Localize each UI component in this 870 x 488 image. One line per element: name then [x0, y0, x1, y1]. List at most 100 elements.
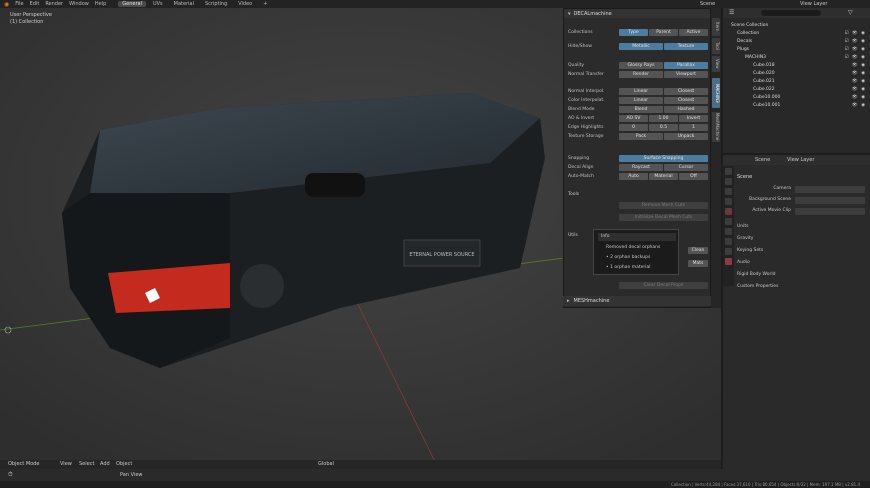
- color-closest-button[interactable]: Closest: [664, 96, 708, 104]
- tab-item[interactable]: Item: [712, 18, 720, 36]
- outliner-search-input[interactable]: [761, 10, 821, 16]
- glossy-rays-button[interactable]: Glossy Rays: [619, 61, 663, 69]
- color-linear-button[interactable]: Linear: [619, 96, 663, 104]
- material-button[interactable]: Material: [649, 172, 678, 180]
- normal-closest-button[interactable]: Closest: [664, 87, 708, 95]
- ao-button[interactable]: AO SV: [619, 114, 648, 122]
- outliner-row[interactable]: Cube10.000 👁 ◉: [723, 94, 870, 101]
- init-mesh-cuts-button[interactable]: Initialize Decal Mesh Cuts: [619, 213, 708, 221]
- outliner-row[interactable]: Decals ☑ 👁 ◉: [723, 38, 870, 45]
- blender-logo-icon[interactable]: ◉: [4, 1, 9, 8]
- output-tab-icon[interactable]: [725, 188, 732, 195]
- outliner-row[interactable]: Scene Collection: [723, 22, 870, 29]
- unpack-button[interactable]: Unpack: [664, 132, 708, 140]
- outliner-row[interactable]: Cube.018 👁 ◉: [723, 62, 870, 69]
- texture-tab-icon[interactable]: [725, 258, 732, 265]
- section-gravity[interactable]: Gravity: [737, 236, 753, 241]
- tab-meshmachine[interactable]: MeshMachine: [712, 112, 720, 142]
- outliner-row[interactable]: Cube10.001 👁 ◉: [723, 102, 870, 109]
- world-tab-icon[interactable]: [725, 218, 732, 225]
- section-units[interactable]: Units: [737, 224, 749, 229]
- surface-snapping-toggle[interactable]: Surface Snapping: [619, 154, 708, 162]
- parallax-toggle[interactable]: Parallax: [664, 61, 708, 69]
- section-custom-properties[interactable]: Custom Properties: [737, 284, 778, 289]
- off-button[interactable]: Off: [679, 172, 708, 180]
- object-tab-icon[interactable]: [725, 228, 732, 235]
- header-scene-label[interactable]: Scene: [755, 157, 770, 163]
- viewport-button[interactable]: Viewport: [664, 70, 708, 78]
- collections-active-button[interactable]: Active: [679, 28, 708, 36]
- view-layer-selector[interactable]: View Layer: [800, 1, 827, 7]
- menu-file[interactable]: File: [15, 1, 23, 7]
- camera-field[interactable]: [795, 186, 865, 193]
- pack-button[interactable]: Pack: [619, 132, 663, 140]
- menu-window[interactable]: Window: [69, 1, 89, 7]
- outliner-row[interactable]: Collection ☑ 👁 ◉: [723, 30, 870, 37]
- outliner-row[interactable]: Cube.020 👁 ◉: [723, 70, 870, 77]
- render-button[interactable]: Render: [619, 70, 663, 78]
- header-view-layer-label[interactable]: View Layer: [787, 157, 814, 163]
- raycast-button[interactable]: Raycast: [619, 163, 663, 171]
- cursor-button[interactable]: Cursor: [664, 163, 708, 171]
- section-keying-sets[interactable]: Keying Sets: [737, 248, 763, 253]
- collapse-icon[interactable]: ▾: [568, 11, 571, 17]
- outliner-row[interactable]: Cube.021 👁 ◉: [723, 78, 870, 85]
- workspace-tab-video[interactable]: Video: [234, 1, 256, 7]
- workspace-tab-uvs[interactable]: UVs: [149, 1, 167, 7]
- add-workspace-button[interactable]: +: [259, 1, 271, 7]
- material-tab-icon[interactable]: [725, 248, 732, 255]
- invert-button[interactable]: Invert: [679, 114, 708, 122]
- meshmachine-header[interactable]: ▸ MESHmachine: [563, 296, 711, 306]
- section-rigid-body-world[interactable]: Rigid Body World: [737, 272, 775, 277]
- edge-05-button[interactable]: 0.5: [649, 123, 678, 131]
- tool-tab-icon[interactable]: [725, 168, 732, 175]
- edge-1-button[interactable]: 1: [679, 123, 708, 131]
- remove-mesh-cuts-button[interactable]: Remove Mesh Cuts: [619, 201, 708, 209]
- menu-object[interactable]: Object: [116, 461, 132, 467]
- edge-0-button[interactable]: 0: [619, 123, 648, 131]
- meshmachine-title: MESHmachine: [573, 298, 610, 304]
- tab-machin3[interactable]: MACHIN3: [712, 78, 720, 108]
- scene-section-title[interactable]: Scene: [737, 174, 752, 180]
- workspace-tab-scripting[interactable]: Scripting: [201, 1, 231, 7]
- background-scene-field[interactable]: [795, 197, 865, 204]
- auto-button[interactable]: Auto: [619, 172, 648, 180]
- menu-add[interactable]: Add: [100, 461, 110, 467]
- view-layer-tab-icon[interactable]: [725, 198, 732, 205]
- menu-select[interactable]: Select: [79, 461, 94, 467]
- collection-label: (1) Collection: [10, 19, 44, 25]
- collections-type-button[interactable]: Type: [619, 28, 648, 36]
- workspace-tab-material[interactable]: Material: [170, 1, 198, 7]
- hashed-button[interactable]: Hashed: [664, 105, 708, 113]
- outliner-row[interactable]: Plugs ☑ 👁 ◉: [723, 46, 870, 53]
- outliner-row[interactable]: MACHIN3 ☑ 👁 ◉: [723, 54, 870, 61]
- scene-selector[interactable]: Scene: [700, 1, 715, 7]
- filter-icon[interactable]: ▽: [848, 9, 853, 16]
- menu-edit[interactable]: Edit: [30, 1, 40, 7]
- tab-tool[interactable]: Tool: [712, 38, 720, 54]
- menu-view[interactable]: View: [60, 461, 72, 467]
- clear-decal-props-button[interactable]: Clear Decal Props: [619, 281, 708, 289]
- ao-value-field[interactable]: 1.00: [649, 114, 678, 122]
- blend-button[interactable]: Blend: [619, 105, 663, 113]
- transform-orientation-dropdown[interactable]: Global: [318, 461, 334, 467]
- tab-view[interactable]: View: [712, 56, 720, 72]
- editor-type-icon[interactable]: ⏱: [8, 471, 13, 479]
- outliner-row[interactable]: Cube.022 👁 ◉: [723, 86, 870, 93]
- mats-button[interactable]: Mats: [688, 259, 708, 267]
- modifier-tab-icon[interactable]: [725, 238, 732, 245]
- object-mode-dropdown[interactable]: Object Mode: [8, 461, 40, 467]
- normal-linear-button[interactable]: Linear: [619, 87, 663, 95]
- display-mode-icon[interactable]: ☰: [729, 9, 734, 16]
- collections-parent-button[interactable]: Parent: [649, 28, 678, 36]
- section-audio[interactable]: Audio: [737, 260, 750, 265]
- metallic-toggle[interactable]: Metallic: [619, 42, 663, 50]
- scene-tab-icon[interactable]: [725, 208, 732, 215]
- menu-render[interactable]: Render: [45, 1, 63, 7]
- clean-button[interactable]: Clean: [688, 246, 708, 254]
- render-tab-icon[interactable]: [725, 178, 732, 185]
- active-movie-clip-field[interactable]: [795, 208, 865, 215]
- menu-help[interactable]: Help: [95, 1, 106, 7]
- workspace-tab-general[interactable]: General: [118, 1, 146, 7]
- texture-toggle[interactable]: Texture: [664, 42, 708, 50]
